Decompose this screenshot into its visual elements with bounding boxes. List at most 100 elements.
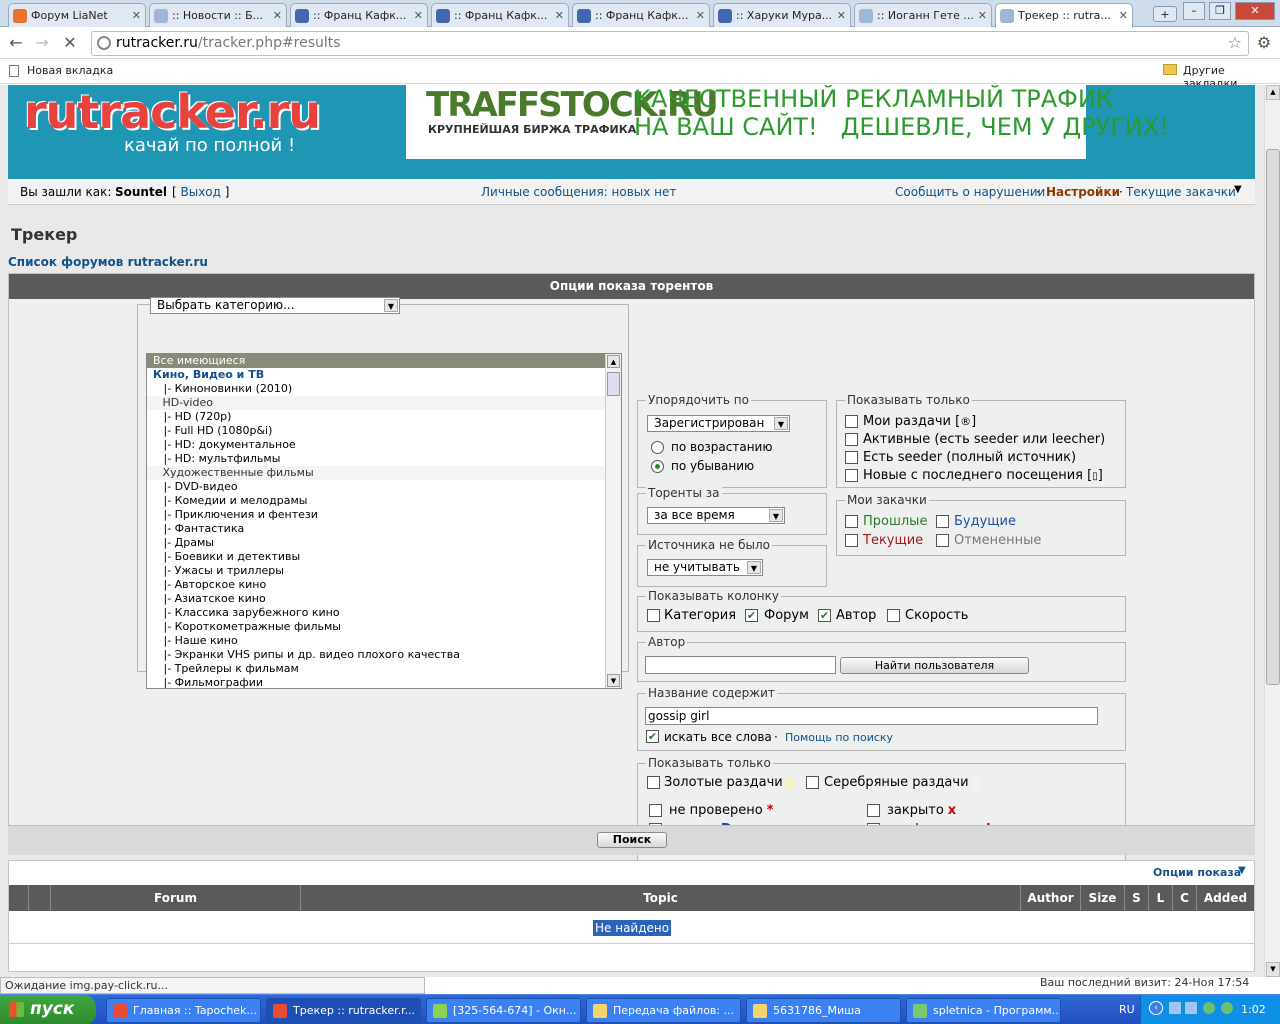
category-option[interactable]: |- Киноновинки (2010) bbox=[147, 382, 605, 396]
taskbar-task[interactable]: 5631786_Миша bbox=[746, 998, 901, 1023]
new-since-checkbox[interactable] bbox=[845, 469, 858, 482]
back-icon[interactable]: ← bbox=[6, 33, 26, 53]
scroll-up-icon[interactable]: ▲ bbox=[607, 355, 620, 368]
col-seeders[interactable]: S bbox=[1125, 885, 1149, 911]
future-checkbox[interactable] bbox=[936, 515, 949, 528]
app-icon[interactable] bbox=[1221, 1002, 1233, 1014]
category-option[interactable]: |- Full HD (1080p&i) bbox=[147, 424, 605, 438]
col-size[interactable]: Size bbox=[1081, 885, 1125, 911]
tab-close-icon[interactable]: ✕ bbox=[978, 9, 987, 22]
col-leechers[interactable]: L bbox=[1149, 885, 1173, 911]
category-option[interactable]: |- HD (720p) bbox=[147, 410, 605, 424]
category-option[interactable]: Все имеющиеся bbox=[147, 354, 605, 368]
all-words-checkbox[interactable]: ✔ bbox=[646, 730, 659, 743]
browser-tab[interactable]: :: Харуки Мура... ✕ bbox=[713, 3, 851, 27]
tab-close-icon[interactable]: ✕ bbox=[132, 9, 141, 22]
page-scrollbar[interactable]: ▲ ▼ bbox=[1264, 85, 1280, 977]
start-button[interactable]: пуск bbox=[0, 995, 96, 1024]
browser-tab[interactable]: :: Франц Кафк... ✕ bbox=[431, 3, 569, 27]
bookmark-star-icon[interactable]: ☆ bbox=[1228, 33, 1242, 52]
category-option[interactable]: |- Фантастика bbox=[147, 522, 605, 536]
network-icon[interactable] bbox=[1185, 1002, 1197, 1014]
browser-tab[interactable]: Трекер :: rutra... ✕ bbox=[995, 3, 1133, 28]
ad-banner[interactable]: TRAFFSTOCK.RU КРУПНЕЙШАЯ БИРЖА ТРАФИКА К… bbox=[406, 85, 1169, 159]
current-checkbox[interactable] bbox=[845, 534, 858, 547]
period-select[interactable]: за все время ▼ bbox=[647, 507, 785, 524]
tab-close-icon[interactable]: ✕ bbox=[555, 9, 564, 22]
category-listbox[interactable]: Все имеющиеся Кино, Видео и ТВ |- Кинонов… bbox=[146, 353, 622, 689]
minimize-icon[interactable]: – bbox=[1183, 2, 1205, 20]
options-toggle-link[interactable]: Опции показа bbox=[1153, 866, 1241, 879]
site-logo[interactable]: rutracker.ru bbox=[24, 85, 321, 139]
category-option[interactable]: |- Короткометражные фильмы bbox=[147, 620, 605, 634]
gold-checkbox[interactable] bbox=[647, 776, 660, 789]
stop-icon[interactable]: ✕ bbox=[60, 33, 80, 53]
col-author-checkbox[interactable]: ✔ bbox=[818, 609, 831, 622]
browser-tab[interactable]: :: Франц Кафк... ✕ bbox=[290, 3, 428, 27]
taskbar-task[interactable]: [325-564-674] - Окн... bbox=[426, 998, 581, 1023]
forum-list-link[interactable]: Список форумов rutracker.ru bbox=[8, 255, 208, 269]
category-option[interactable]: |- Комедии и мелодрамы bbox=[147, 494, 605, 508]
category-option[interactable]: |- Авторское кино bbox=[147, 578, 605, 592]
scroll-thumb[interactable] bbox=[607, 372, 620, 396]
scroll-down-icon[interactable]: ▼ bbox=[607, 674, 620, 687]
category-option[interactable]: |- Наше кино bbox=[147, 634, 605, 648]
browser-tab[interactable]: Форум LiaNet ✕ bbox=[8, 3, 146, 27]
col-category-checkbox[interactable] bbox=[647, 609, 660, 622]
search-button[interactable]: Поиск bbox=[597, 832, 667, 848]
tab-close-icon[interactable]: ✕ bbox=[1119, 9, 1128, 22]
bookmark-new-tab[interactable]: Новая вкладка bbox=[27, 64, 113, 77]
author-input[interactable] bbox=[645, 656, 836, 674]
category-option[interactable]: |- HD: документальное bbox=[147, 438, 605, 452]
chevron-down-icon[interactable]: ▼ bbox=[1234, 184, 1242, 195]
cancelled-checkbox[interactable] bbox=[936, 534, 949, 547]
new-tab-button[interactable]: + bbox=[1153, 6, 1177, 22]
category-option[interactable]: |- DVD-видео bbox=[147, 480, 605, 494]
browser-tab[interactable]: :: Иоганн Гете ... ✕ bbox=[854, 3, 992, 27]
chevron-left-icon[interactable]: ‹ bbox=[1149, 1001, 1163, 1015]
report-link[interactable]: Сообщить о нарушении bbox=[895, 185, 1045, 199]
browser-tab[interactable]: :: Новости :: Б... ✕ bbox=[149, 3, 287, 27]
search-help-link[interactable]: Помощь по поиску bbox=[785, 731, 893, 744]
col-forum-checkbox[interactable]: ✔ bbox=[745, 609, 758, 622]
scroll-up-icon[interactable]: ▲ bbox=[1266, 85, 1280, 100]
tab-close-icon[interactable]: ✕ bbox=[414, 9, 423, 22]
col-completed[interactable]: C bbox=[1173, 885, 1197, 911]
taskbar-task[interactable]: Главная :: Tapochek... bbox=[106, 998, 261, 1023]
maximize-icon[interactable]: ❐ bbox=[1209, 2, 1231, 20]
asc-radio[interactable] bbox=[651, 441, 664, 454]
silver-checkbox[interactable] bbox=[806, 776, 819, 789]
language-indicator[interactable]: RU bbox=[1119, 1003, 1135, 1016]
col-forum[interactable]: Forum bbox=[51, 885, 301, 911]
category-option[interactable]: |- Экранки VHS рипы и др. видео плохого … bbox=[147, 648, 605, 662]
category-option[interactable]: |- Фильмографии bbox=[147, 676, 605, 688]
title-input[interactable]: gossip girl bbox=[645, 707, 1098, 725]
col-topic[interactable]: Topic bbox=[301, 885, 1021, 911]
downloads-link[interactable]: Текущие закачки bbox=[1126, 185, 1236, 199]
scroll-down-icon[interactable]: ▼ bbox=[1266, 962, 1280, 977]
logout-link[interactable]: Выход bbox=[181, 185, 221, 199]
active-checkbox[interactable] bbox=[845, 433, 858, 446]
close-window-icon[interactable]: ✕ bbox=[1235, 2, 1275, 20]
category-option[interactable]: Художественные фильмы bbox=[147, 466, 605, 480]
has-seeder-checkbox[interactable] bbox=[845, 451, 858, 464]
browser-tab[interactable]: :: Франц Кафк... ✕ bbox=[572, 3, 710, 27]
past-checkbox[interactable] bbox=[845, 515, 858, 528]
col-speed-checkbox[interactable] bbox=[887, 609, 900, 622]
tab-close-icon[interactable]: ✕ bbox=[273, 9, 282, 22]
tab-close-icon[interactable]: ✕ bbox=[837, 9, 846, 22]
category-option[interactable]: |- Драмы bbox=[147, 536, 605, 550]
category-option[interactable]: |- Классика зарубежного кино bbox=[147, 606, 605, 620]
col-added[interactable]: Added bbox=[1197, 885, 1254, 911]
category-option[interactable]: |- Приключения и фентези bbox=[147, 508, 605, 522]
desc-radio[interactable] bbox=[651, 460, 664, 473]
category-option[interactable]: |- Боевики и детективы bbox=[147, 550, 605, 564]
network-icon[interactable] bbox=[1169, 1002, 1181, 1014]
wrench-icon[interactable]: ⚙ bbox=[1254, 33, 1274, 53]
tab-close-icon[interactable]: ✕ bbox=[696, 9, 705, 22]
forward-icon[interactable]: → bbox=[32, 33, 52, 53]
category-option[interactable]: |- Трейлеры к фильмам bbox=[147, 662, 605, 676]
taskbar-task[interactable]: Передача файлов: ... bbox=[586, 998, 741, 1023]
category-option[interactable]: |- HD: мультфильмы bbox=[147, 452, 605, 466]
taskbar-task[interactable]: spletnica - Программ... bbox=[906, 998, 1061, 1023]
